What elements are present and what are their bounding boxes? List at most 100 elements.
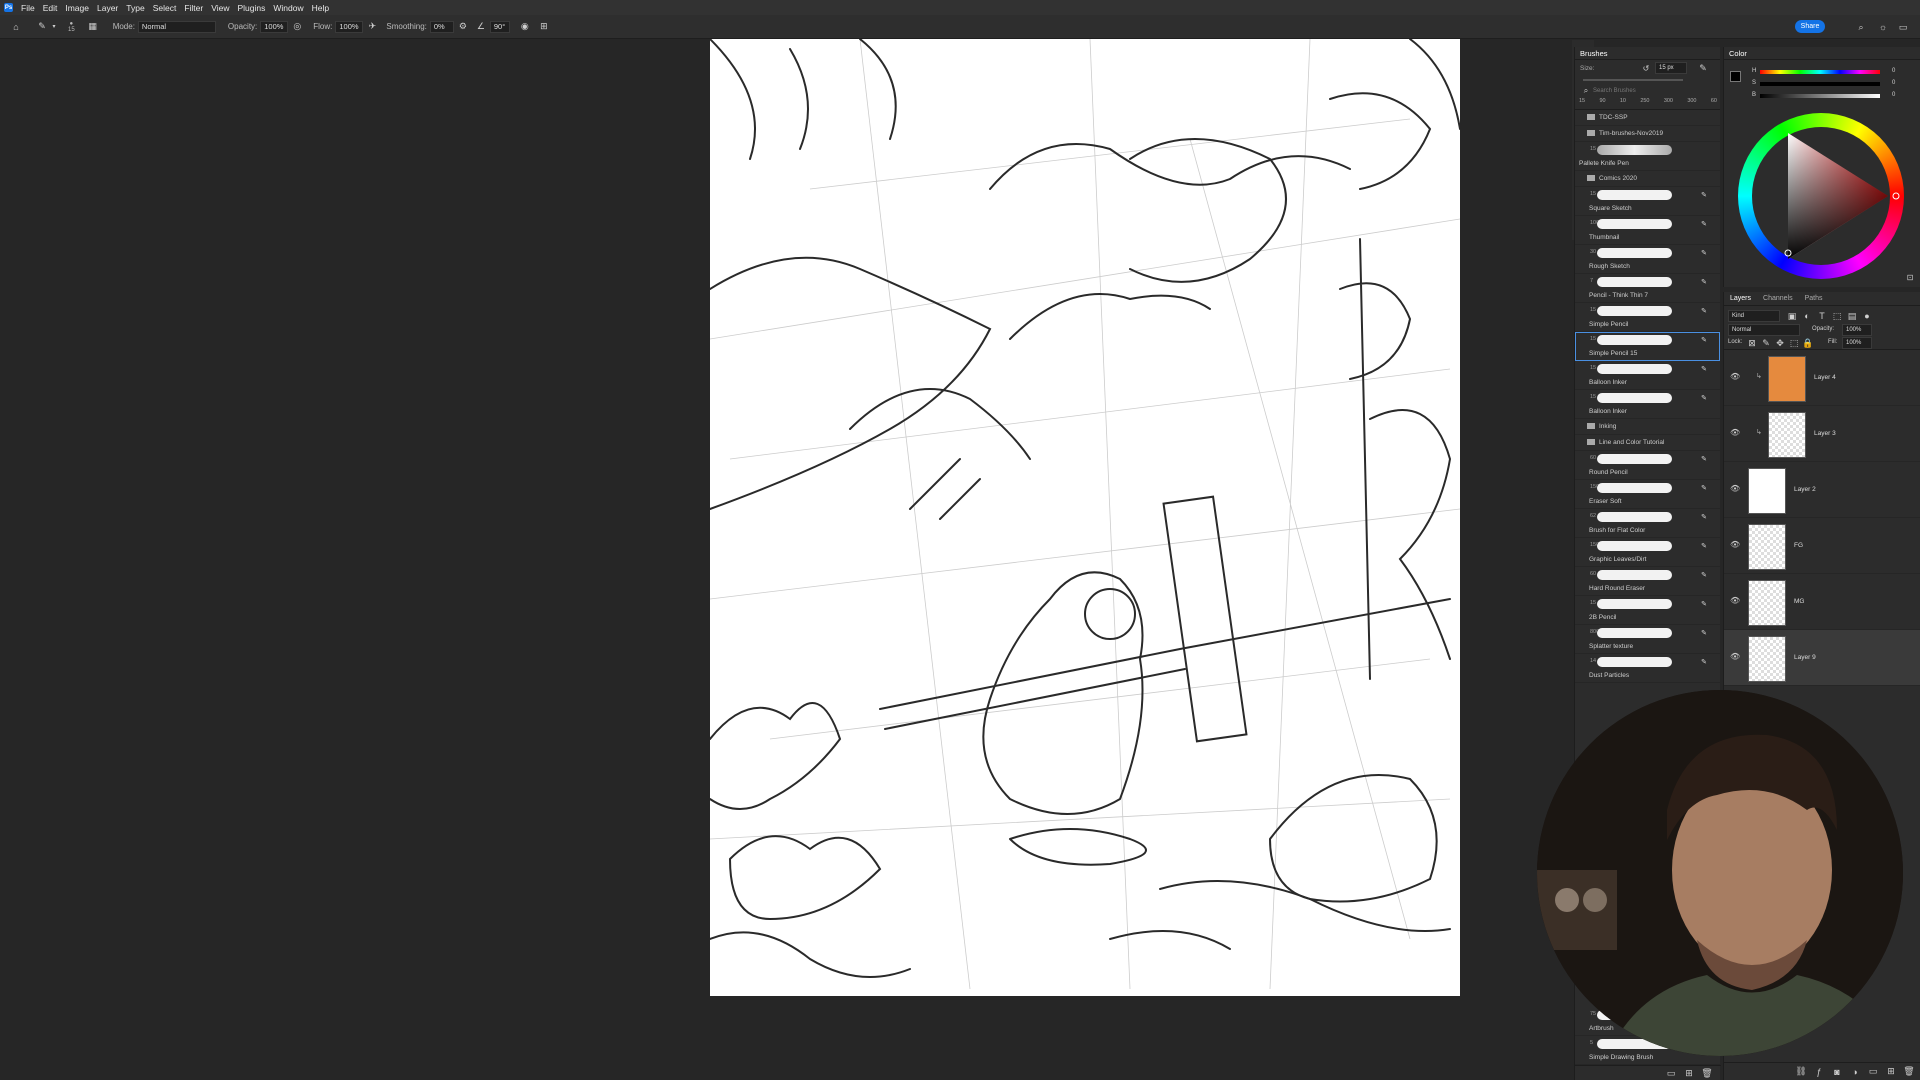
pixel-filter-icon[interactable]: ▣ [1786, 310, 1798, 322]
layer-name[interactable]: MG [1794, 598, 1804, 605]
recent-brush-size[interactable]: 15 [1579, 98, 1585, 110]
reset-icon[interactable]: ↺ [1640, 62, 1652, 74]
layer-opacity-field[interactable]: 100% [1842, 324, 1872, 336]
brush-preset[interactable]: 14 ✎ Dust Particles [1575, 654, 1720, 683]
fill-field[interactable]: 100% [1842, 337, 1872, 349]
menu-window[interactable]: Window [269, 3, 307, 13]
share-button[interactable]: Share [1795, 20, 1825, 33]
saturation-slider[interactable] [1760, 82, 1880, 86]
menu-edit[interactable]: Edit [39, 3, 62, 13]
foreground-color-swatch[interactable] [1730, 71, 1741, 82]
smart-object-filter-icon[interactable]: ▤ [1846, 310, 1858, 322]
blend-mode-select[interactable]: Normal [1728, 324, 1800, 336]
menu-image[interactable]: Image [61, 3, 93, 13]
edit-brush-icon[interactable]: ✎ [1698, 453, 1710, 465]
adjustment-layer-icon[interactable]: ◑ [1849, 1066, 1861, 1078]
edit-brush-icon[interactable]: ✎ [1698, 511, 1710, 523]
trash-icon[interactable]: 🗑 [1903, 1066, 1915, 1078]
recent-brush-size[interactable]: 90 [1599, 98, 1605, 110]
tab-channels[interactable]: Channels [1757, 295, 1799, 302]
new-folder-icon[interactable]: ▭ [1665, 1067, 1677, 1079]
gear-icon[interactable]: ⚙ [457, 21, 469, 33]
color-tab[interactable]: Color [1724, 47, 1920, 60]
edit-brush-icon[interactable]: ✎ [1698, 569, 1710, 581]
angle-field[interactable]: 90° [489, 20, 510, 33]
brush-folder[interactable]: Tim-brushes-Nov2019 [1575, 126, 1720, 142]
brush-size-slider[interactable] [1583, 79, 1683, 81]
photoshop-logo[interactable]: Ps [4, 3, 13, 12]
home-icon[interactable]: ⌂ [10, 21, 22, 33]
fx-icon[interactable]: ƒ [1813, 1066, 1825, 1078]
brush-preset[interactable]: 62 ✎ Brush for Flat Color [1575, 509, 1720, 538]
brush-folder[interactable]: Line and Color Tutorial [1575, 435, 1720, 451]
edit-brush-icon[interactable]: ✎ [1698, 305, 1710, 317]
edit-brush-icon[interactable]: ✎ [1698, 189, 1710, 201]
edit-brush-icon[interactable]: ✎ [1698, 482, 1710, 494]
edit-brush-icon[interactable]: ✎ [1698, 656, 1710, 668]
brush-preset[interactable]: 60 ✎ Hard Round Eraser [1575, 567, 1720, 596]
recent-brush-size[interactable]: 300 [1687, 98, 1696, 110]
adjustment-filter-icon[interactable]: ◐ [1801, 310, 1813, 322]
tab-layers[interactable]: Layers [1724, 295, 1757, 302]
brush-preset[interactable]: 15 ✎ Square Sketch [1575, 187, 1720, 216]
mode-select[interactable]: Normal [137, 20, 216, 33]
menu-plugins[interactable]: Plugins [233, 3, 269, 13]
flow-field[interactable]: 100% [335, 20, 364, 33]
recent-brush-size[interactable]: 60 [1711, 98, 1717, 110]
brush-preset[interactable]: 100 ✎ Thumbnail [1575, 216, 1720, 245]
brush-settings-icon[interactable]: ▦ [87, 21, 99, 33]
brush-preset[interactable]: 15 ✎ Simple Pencil [1575, 303, 1720, 332]
new-layer-icon[interactable]: ⊞ [1885, 1066, 1897, 1078]
hue-value[interactable]: 0 [1892, 68, 1895, 74]
pressure-size-icon[interactable]: ◉ [519, 21, 531, 33]
brush-preset[interactable]: 800 ✎ Splatter texture [1575, 625, 1720, 654]
new-brush-icon[interactable]: ✎ [1697, 62, 1709, 74]
saturation-value[interactable]: 0 [1892, 80, 1895, 86]
layer-row[interactable]: 👁 Layer 2 [1724, 462, 1920, 518]
airbrush-icon[interactable]: ✈ [366, 21, 378, 33]
menu-select[interactable]: Select [149, 3, 181, 13]
brush-preset-picker[interactable]: ● 15 [68, 21, 75, 33]
filter-toggle-icon[interactable]: ● [1861, 310, 1873, 322]
visibility-eye-icon[interactable]: 👁 [1730, 540, 1740, 549]
smoothing-field[interactable]: 0% [429, 20, 454, 33]
edit-brush-icon[interactable]: ✎ [1698, 218, 1710, 230]
brightness-slider[interactable] [1760, 94, 1880, 98]
visibility-eye-icon[interactable]: 👁 [1730, 596, 1740, 605]
lock-position-icon[interactable]: ✥ [1774, 337, 1786, 349]
edit-brush-icon[interactable]: ✎ [1698, 334, 1710, 346]
opacity-field[interactable]: 100% [260, 20, 289, 33]
layer-row[interactable]: 👁 FG [1724, 518, 1920, 574]
hue-slider[interactable] [1760, 70, 1880, 74]
brush-preset[interactable]: 150 ✎ Graphic Leaves/Dirt [1575, 538, 1720, 567]
edit-brush-icon[interactable]: ✎ [1698, 276, 1710, 288]
lock-image-icon[interactable]: ✎ [1760, 337, 1772, 349]
brush-tool-icon[interactable]: ✎ [36, 21, 48, 33]
document-canvas[interactable] [710, 39, 1460, 996]
brush-preset[interactable]: 15 ✎ Balloon Inker [1575, 361, 1720, 390]
menu-file[interactable]: File [17, 3, 39, 13]
recent-brush-size[interactable]: 300 [1664, 98, 1673, 110]
symmetry-icon[interactable]: ⊞ [538, 21, 550, 33]
color-wheel[interactable] [1738, 113, 1904, 279]
brush-preset[interactable]: 15 ✎ 2B Pencil [1575, 596, 1720, 625]
color-options-icon[interactable]: ⊡ [1904, 271, 1916, 283]
brush-size-field[interactable]: 15 px [1655, 62, 1687, 74]
brushes-tab[interactable]: Brushes [1575, 47, 1720, 60]
visibility-eye-icon[interactable]: 👁 [1730, 484, 1740, 493]
chevron-down-icon[interactable]: ▾ [48, 21, 60, 33]
layer-name[interactable]: Layer 9 [1794, 654, 1816, 661]
layer-row[interactable]: 👁 MG [1724, 574, 1920, 630]
new-brush-icon[interactable]: ⊞ [1683, 1067, 1695, 1079]
brush-preset[interactable]: 7 ✎ Pencil - Think Thin 7 [1575, 274, 1720, 303]
trash-icon[interactable]: 🗑 [1701, 1067, 1713, 1079]
edit-brush-icon[interactable]: ✎ [1698, 540, 1710, 552]
shape-filter-icon[interactable]: ⬚ [1831, 310, 1843, 322]
brush-folder[interactable]: TDC-SSP [1575, 110, 1720, 126]
link-layers-icon[interactable]: ⛓ [1795, 1066, 1807, 1078]
brush-preset[interactable]: 30 ✎ Rough Sketch [1575, 245, 1720, 274]
new-group-icon[interactable]: ▭ [1867, 1066, 1879, 1078]
type-filter-icon[interactable]: T [1816, 310, 1828, 322]
layer-name[interactable]: Layer 4 [1814, 374, 1836, 381]
pressure-opacity-icon[interactable]: ◎ [291, 21, 303, 33]
